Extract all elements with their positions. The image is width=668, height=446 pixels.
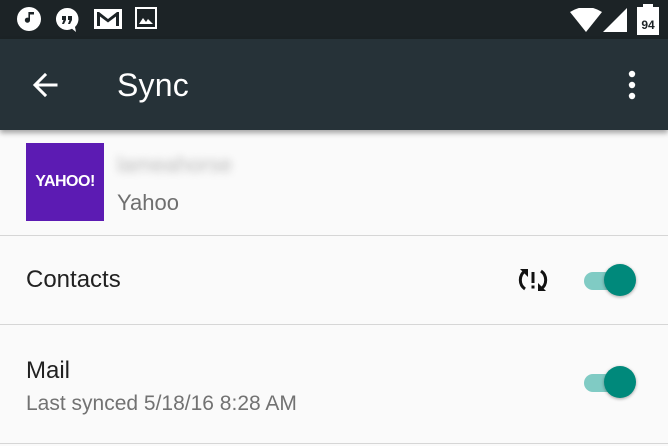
status-bar: 94 [0, 0, 668, 39]
wifi-icon [570, 8, 602, 34]
signal-icon [603, 8, 627, 34]
sync-item-subtitle: Last synced 5/18/16 8:28 AM [26, 392, 297, 415]
sync-item-label: Contacts [26, 266, 121, 293]
arrow-back-icon [32, 72, 58, 98]
quote-icon [55, 7, 79, 33]
battery-level: 94 [641, 18, 655, 32]
page-title: Sync [117, 67, 189, 103]
music-note-icon [17, 7, 41, 33]
more-vert-icon [628, 70, 636, 100]
account-header: YAHOO! lameahorse Yahoo [0, 130, 668, 236]
sync-item-label: Mail [26, 357, 71, 384]
gmail-icon [93, 7, 123, 33]
sync-problem-icon [516, 263, 550, 297]
contacts-sync-toggle[interactable] [582, 262, 638, 298]
toggle-thumb [604, 264, 636, 296]
account-username: lameahorse [117, 152, 232, 177]
account-type: Yahoo [117, 190, 179, 215]
sync-item-contacts[interactable]: Contacts [0, 236, 668, 325]
toggle-thumb [604, 366, 636, 398]
mail-sync-toggle[interactable] [582, 364, 638, 400]
sync-item-mail[interactable]: Mail Last synced 5/18/16 8:28 AM [0, 325, 668, 444]
overflow-menu-button[interactable] [614, 61, 650, 109]
back-button[interactable] [22, 61, 70, 109]
app-toolbar: Sync [0, 39, 668, 130]
yahoo-logo-text: YAHOO! [35, 173, 95, 190]
battery-icon: 94 [637, 4, 659, 35]
image-icon [135, 7, 157, 33]
yahoo-logo: YAHOO! [26, 143, 104, 221]
